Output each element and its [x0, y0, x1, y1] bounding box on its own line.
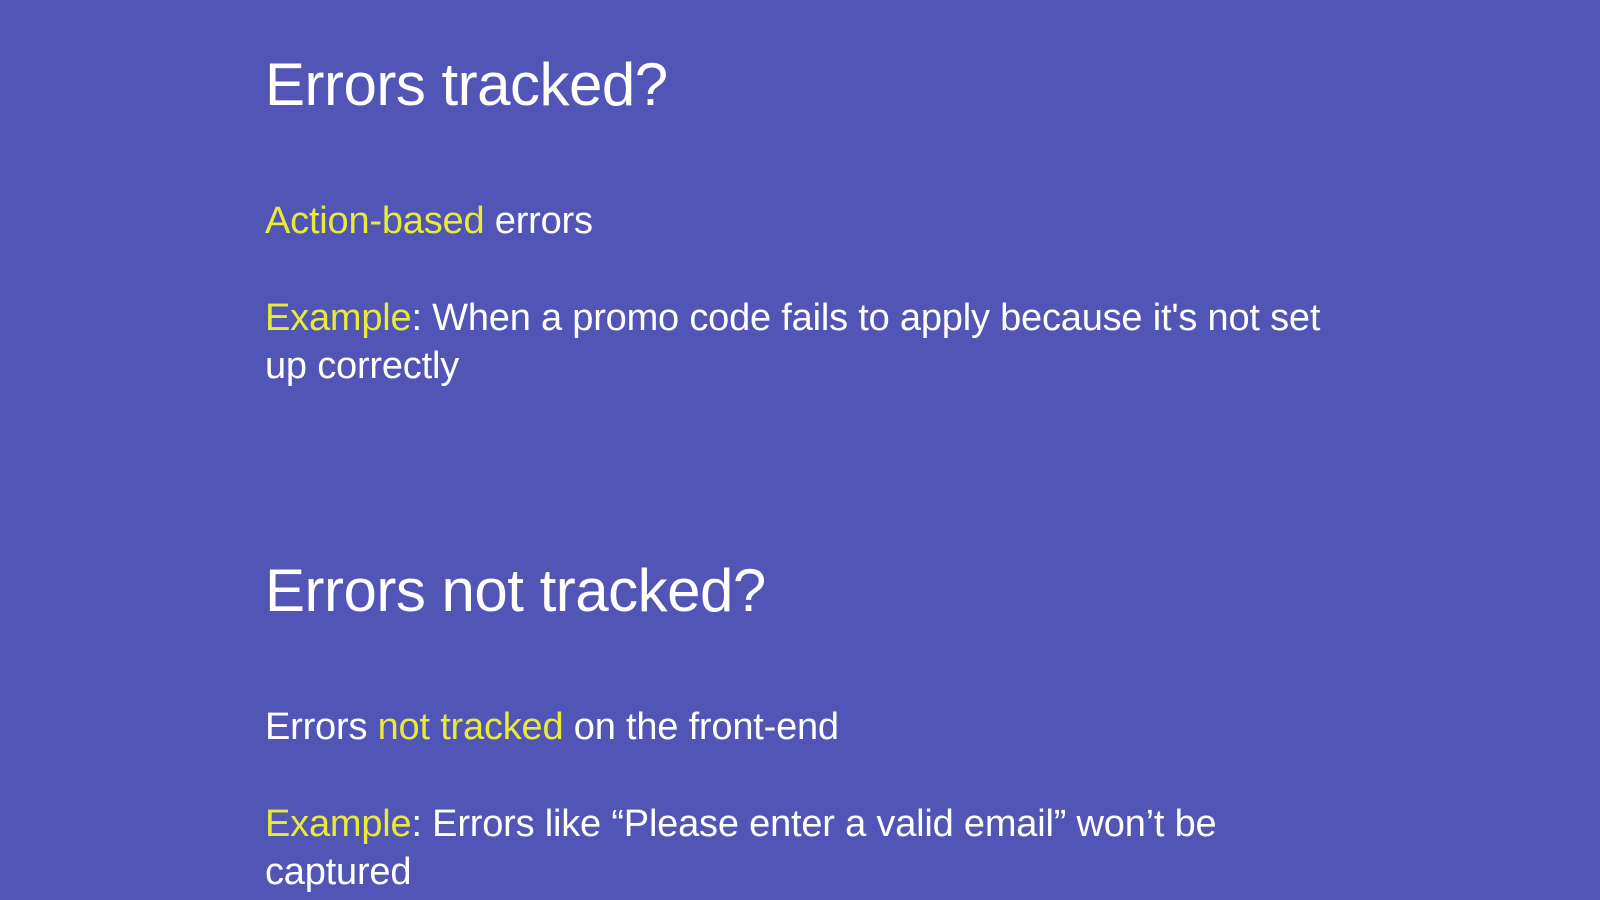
- tracked-line-1: Action-based errors: [265, 197, 1335, 246]
- highlight-example-1: Example: [265, 297, 411, 339]
- heading-not-tracked: Errors not tracked?: [265, 556, 1335, 625]
- highlight-not-tracked: not tracked: [378, 706, 564, 748]
- slide-content: Errors tracked? Action-based errors Exam…: [0, 0, 1600, 900]
- highlight-example-2: Example: [265, 803, 411, 845]
- heading-tracked: Errors tracked?: [265, 50, 1335, 119]
- section-tracked: Errors tracked? Action-based errors Exam…: [265, 50, 1335, 391]
- tracked-line-1-rest: errors: [484, 200, 592, 242]
- not-tracked-line-1-prefix: Errors: [265, 706, 378, 748]
- highlight-action-based: Action-based: [265, 200, 484, 242]
- section-not-tracked: Errors not tracked? Errors not tracked o…: [265, 556, 1335, 897]
- tracked-line-2: Example: When a promo code fails to appl…: [265, 294, 1335, 391]
- not-tracked-line-1: Errors not tracked on the front-end: [265, 703, 1335, 752]
- not-tracked-line-1-suffix: on the front-end: [563, 706, 838, 748]
- tracked-line-2-rest: : When a promo code fails to apply becau…: [265, 297, 1320, 388]
- not-tracked-line-2: Example: Errors like “Please enter a val…: [265, 800, 1335, 897]
